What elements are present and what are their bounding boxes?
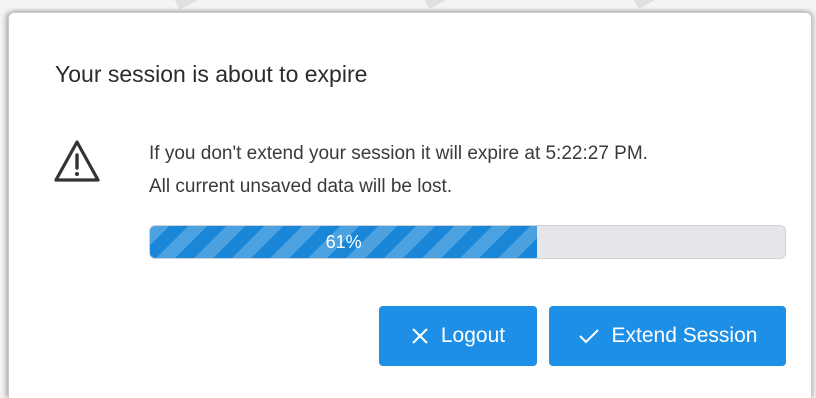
backdrop-streak [418,0,492,10]
extend-session-button-label: Extend Session [611,324,758,347]
close-icon [412,328,428,344]
backdrop-streak [628,0,692,9]
progress-label: 61% [325,231,362,252]
warning-triangle-icon [54,140,100,182]
session-progress-bar: 61% [149,225,786,259]
backdrop-streak [169,0,251,10]
extend-session-button[interactable]: Extend Session [549,306,786,366]
expiry-message-line: If you don't extend your session it will… [149,143,648,164]
data-loss-message-line: All current unsaved data will be lost. [149,176,453,197]
session-progress-fill: 61% [150,226,538,258]
expiry-message: If you don't extend your session it will… [149,137,648,203]
check-icon [578,329,599,344]
dialog-title: Your session is about to expire [55,61,368,87]
session-expiry-dialog: Your session is about to expire If you d… [8,12,812,398]
logout-button-label: Logout [440,324,506,347]
logout-button[interactable]: Logout [379,306,537,366]
